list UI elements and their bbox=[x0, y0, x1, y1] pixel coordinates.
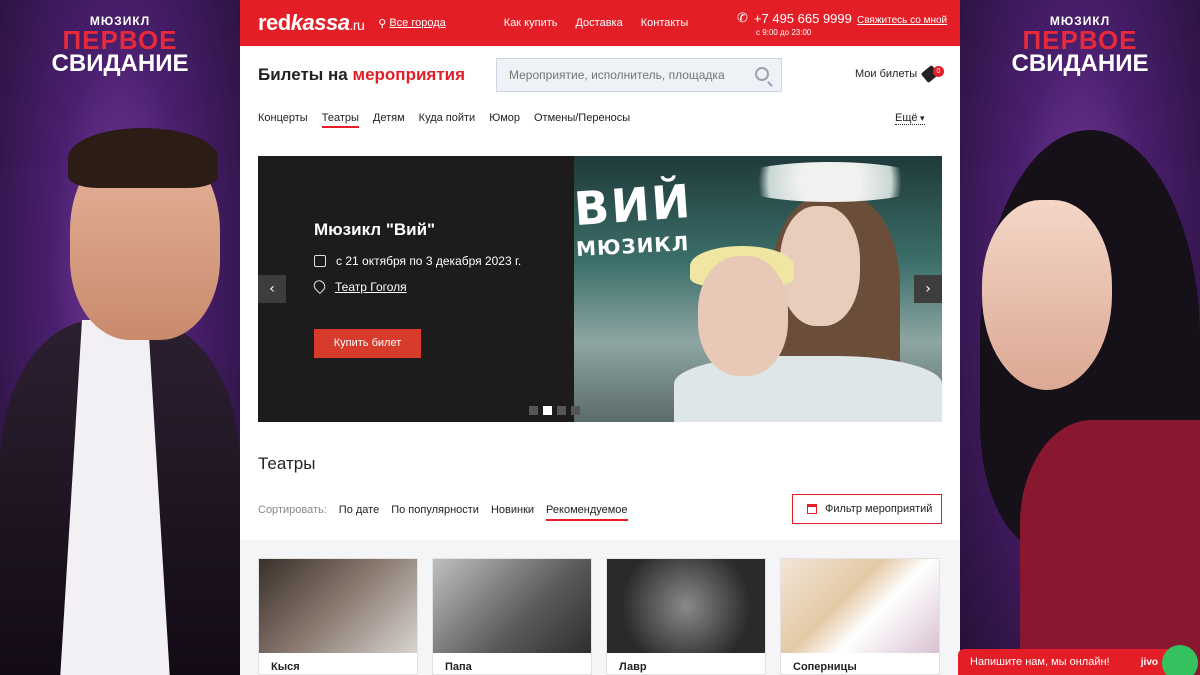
top-bar: redkassa.ru ⚲ Все города Как купить Дост… bbox=[240, 0, 960, 46]
title-row: Билеты на мероприятия Мои билеты 0 bbox=[258, 58, 944, 92]
my-tickets[interactable]: Мои билеты bbox=[855, 64, 940, 84]
filter-label: Фильтр мероприятий bbox=[825, 503, 933, 515]
sort-label: Сортировать: bbox=[258, 504, 327, 516]
page-title: Билеты на мероприятия bbox=[258, 65, 465, 85]
tab-concerts[interactable]: Концерты bbox=[258, 112, 308, 128]
slider-dot-active[interactable] bbox=[543, 406, 552, 415]
slider-next-button[interactable]: › bbox=[914, 275, 942, 303]
hero-slider: Мюзикл "Вий" с 21 октября по 3 декабря 2… bbox=[258, 156, 942, 422]
buy-ticket-button[interactable]: Купить билет bbox=[314, 329, 421, 358]
phone[interactable]: ✆ +7 495 665 9999 bbox=[737, 10, 852, 26]
promo-line1: ПЕРВОЕ bbox=[62, 25, 178, 55]
tickets-count-badge: 0 bbox=[933, 66, 944, 77]
event-card-title: Кыся bbox=[271, 661, 300, 673]
filter-events-button[interactable]: Фильтр мероприятий bbox=[792, 494, 942, 524]
location-pin-icon: ⚲ bbox=[378, 17, 387, 30]
chat-text: Напишите нам, мы онлайн! bbox=[970, 656, 1110, 668]
left-side-banner[interactable]: МЮЗИКЛ ПЕРВОЕ СВИДАНИЕ bbox=[0, 0, 240, 675]
event-card-image bbox=[433, 559, 591, 653]
nav-contacts[interactable]: Контакты bbox=[641, 17, 689, 29]
tab-where-to-go[interactable]: Куда пойти bbox=[419, 112, 476, 128]
slide-poster[interactable]: ВИЙ МЮЗИКЛ bbox=[572, 156, 942, 422]
sort-by-date[interactable]: По дате bbox=[339, 504, 379, 521]
calendar-icon bbox=[314, 255, 326, 267]
poster-title: ВИЙ bbox=[572, 173, 694, 237]
slide-info: Мюзикл "Вий" с 21 октября по 3 декабря 2… bbox=[311, 220, 524, 306]
phone-block: ✆ +7 495 665 9999 с 9:00 до 23:00 bbox=[737, 10, 852, 37]
promo-logo-left: МЮЗИКЛ ПЕРВОЕ СВИДАНИЕ bbox=[0, 14, 240, 76]
nav-delivery[interactable]: Доставка bbox=[575, 17, 622, 29]
title-accent: мероприятия bbox=[352, 65, 466, 84]
work-hours: с 9:00 до 23:00 bbox=[756, 28, 812, 37]
city-label: Все города bbox=[389, 17, 446, 29]
more-dropdown[interactable]: Ещё bbox=[895, 112, 925, 125]
phone-number: +7 495 665 9999 bbox=[753, 10, 852, 26]
event-card-image bbox=[607, 559, 765, 653]
promo-line2: СВИДАНИЕ bbox=[1011, 50, 1149, 77]
event-card[interactable]: Соперницы bbox=[780, 558, 940, 675]
city-selector[interactable]: ⚲ Все города bbox=[378, 17, 446, 30]
chat-brand: jivo bbox=[1140, 656, 1158, 668]
poster-subtitle: МЮЗИКЛ bbox=[575, 231, 690, 261]
event-card-title: Соперницы bbox=[793, 661, 857, 673]
event-card[interactable]: Лавр bbox=[606, 558, 766, 675]
event-card-image bbox=[781, 559, 939, 653]
promo-line1: ПЕРВОЕ bbox=[1022, 25, 1138, 55]
slide-title: Мюзикл "Вий" bbox=[314, 220, 436, 239]
location-pin-icon bbox=[311, 277, 328, 295]
event-card-image bbox=[259, 559, 417, 653]
slider-dot[interactable] bbox=[571, 406, 580, 415]
tab-humor[interactable]: Юмор bbox=[489, 112, 520, 128]
slider-prev-button[interactable]: ‹ bbox=[258, 275, 286, 303]
search-icon[interactable] bbox=[755, 67, 769, 81]
category-nav: Концерты Театры Детям Куда пойти Юмор От… bbox=[258, 112, 942, 128]
sort-by-popularity[interactable]: По популярности bbox=[391, 504, 479, 521]
banner-man-hair bbox=[68, 128, 218, 188]
section-title: Театры bbox=[258, 454, 316, 473]
search-box[interactable] bbox=[496, 58, 782, 92]
logo-red: red bbox=[258, 10, 291, 35]
right-side-banner[interactable]: МЮЗИКЛ ПЕРВОЕ СВИДАНИЕ bbox=[960, 0, 1200, 675]
logo-kassa: kassa bbox=[290, 10, 350, 35]
event-card-title: Лавр bbox=[619, 661, 647, 673]
promo-logo-right: МЮЗИКЛ ПЕРВОЕ СВИДАНИЕ bbox=[960, 14, 1200, 76]
event-card-title: Папа bbox=[445, 661, 472, 673]
callback-link[interactable]: Свяжитесь со мной bbox=[857, 15, 947, 26]
slide-dates: с 21 октября по 3 декабря 2023 г. bbox=[336, 254, 522, 268]
phone-icon: ✆ bbox=[737, 10, 748, 25]
my-tickets-label: Мои билеты bbox=[855, 68, 918, 80]
title-prefix: Билеты на bbox=[258, 65, 348, 84]
event-card[interactable]: Папа bbox=[432, 558, 592, 675]
calendar-icon bbox=[807, 504, 817, 514]
top-nav: Как купить Доставка Контакты bbox=[504, 17, 688, 29]
promo-line2: СВИДАНИЕ bbox=[51, 50, 189, 77]
main-content: redkassa.ru ⚲ Все города Как купить Дост… bbox=[240, 0, 960, 675]
sort-bar: Сортировать: По дате По популярности Нов… bbox=[258, 504, 628, 521]
poster-flower-wreath bbox=[730, 162, 930, 202]
search-input[interactable] bbox=[509, 68, 739, 82]
tab-cancellations[interactable]: Отмены/Переносы bbox=[534, 112, 630, 128]
banner-woman-face bbox=[982, 200, 1112, 390]
site-logo[interactable]: redkassa.ru bbox=[258, 10, 365, 36]
chat-status-indicator bbox=[1162, 645, 1198, 675]
tab-theatres[interactable]: Театры bbox=[321, 112, 359, 128]
sort-recommended[interactable]: Рекомендуемое bbox=[546, 504, 628, 521]
nav-how-to-buy[interactable]: Как купить bbox=[504, 17, 558, 29]
slide-venue-link[interactable]: Театр Гоголя bbox=[335, 280, 407, 294]
slide-venue-row: Театр Гоголя bbox=[311, 277, 524, 295]
banner-woman-dress bbox=[1020, 420, 1200, 675]
event-card[interactable]: Кыся bbox=[258, 558, 418, 675]
slide-dates-row: с 21 октября по 3 декабря 2023 г. bbox=[314, 254, 524, 268]
chat-widget[interactable]: Напишите нам, мы онлайн! jivo bbox=[958, 645, 1198, 675]
logo-ru: .ru bbox=[349, 17, 365, 33]
slider-dot[interactable] bbox=[557, 406, 566, 415]
sort-new[interactable]: Новинки bbox=[491, 504, 534, 521]
slider-dots bbox=[529, 406, 580, 415]
poster-man-face bbox=[698, 256, 788, 376]
tab-kids[interactable]: Детям bbox=[373, 112, 405, 128]
slider-dot[interactable] bbox=[529, 406, 538, 415]
